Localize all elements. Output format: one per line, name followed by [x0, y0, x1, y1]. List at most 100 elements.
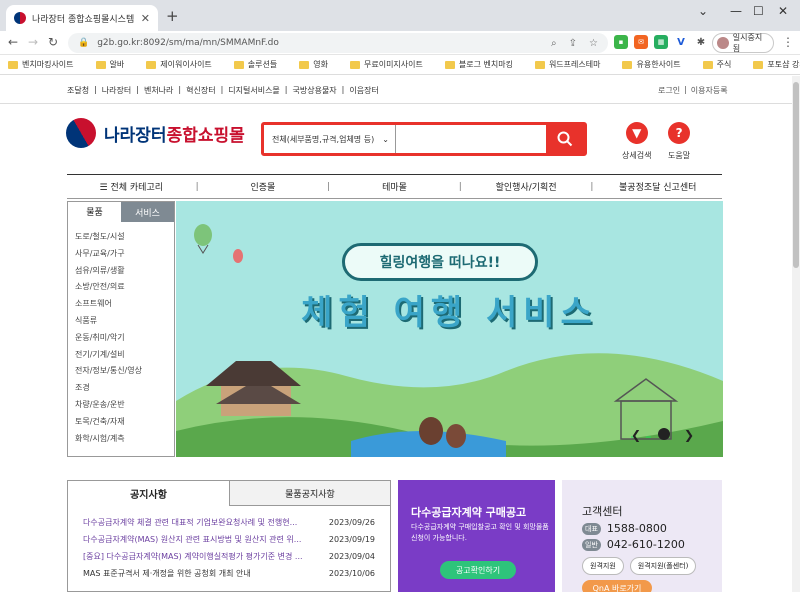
scrollbar-thumb[interactable] [793, 82, 799, 268]
tab-list-chevron-icon[interactable]: ⌄ [698, 4, 708, 18]
category-item[interactable]: 섬유/의류/생활 [75, 263, 174, 280]
util-link-innovation[interactable]: 혁신장터 [186, 85, 215, 96]
bookmark-item[interactable]: 영화 [299, 59, 328, 70]
tab-goods-notice[interactable]: 물품공지사항 [229, 481, 390, 506]
search-button[interactable] [546, 125, 584, 153]
util-link-eum[interactable]: 이음장터 [349, 85, 378, 96]
main-banner[interactable]: ❮ ❯ 힐링여행을 떠나요!! 체험 여행 서비스 [176, 201, 723, 457]
bookmark-item[interactable]: 유용한사이트 [622, 59, 681, 70]
web-page: 조달청 | 나라장터 | 벤처나라 | 혁신장터 | 디지털서비스몰 | 국방상용물자 | … [0, 76, 792, 592]
page-scrollbar[interactable] [792, 76, 800, 592]
address-toolbar: ← → ↻ 🔒 g2b.go.kr:8092/sm/ma/mn/SMMAMnF.… [0, 31, 800, 55]
folder-icon [622, 60, 633, 69]
category-item[interactable]: 차량/운송/운반 [75, 397, 174, 414]
minimize-icon[interactable]: — [730, 4, 742, 18]
svg-text:❮: ❮ [631, 428, 641, 442]
address-bar[interactable]: 🔒 g2b.go.kr:8092/sm/ma/mn/SMMAMnF.do ⌕ ⇪… [68, 33, 608, 53]
nav-all-categories[interactable]: ☰ 전체 카테고리 [67, 180, 196, 193]
browser-tab[interactable]: 나라장터 종합쇼핑몰시스템 ✕ [6, 5, 158, 31]
question-icon: ? [668, 122, 691, 144]
bookmark-item[interactable]: 벤치마킹사이트 [8, 59, 74, 70]
extension-3-icon[interactable]: ▦ [654, 35, 668, 49]
reload-icon[interactable]: ↻ [48, 35, 58, 49]
bookmark-item[interactable]: 주식 [702, 59, 731, 70]
extension-2-icon[interactable]: ✉ [634, 35, 648, 49]
profile-button[interactable]: 일시중지됨 [712, 33, 774, 53]
folder-icon [534, 60, 545, 69]
search-input[interactable] [395, 125, 546, 153]
folder-icon [753, 60, 764, 69]
maximize-icon[interactable]: ☐ [753, 4, 764, 18]
extensions-puzzle-icon[interactable]: ✱ [694, 35, 708, 49]
folder-icon [146, 60, 157, 69]
tab-services[interactable]: 서비스 [121, 202, 174, 222]
category-item[interactable]: 사무/교육/가구 [75, 246, 174, 263]
nav-unfair-report[interactable]: 불공정조달 신고센터 [593, 180, 722, 193]
remote-support-callcenter-button[interactable]: 원격지원(폴센터) [629, 557, 697, 575]
category-item[interactable]: 토목/건축/자재 [75, 414, 174, 431]
bookmark-item[interactable]: 워드프레스테마 [534, 59, 600, 70]
bookmark-item[interactable]: 포토샵 강좌 [753, 59, 800, 70]
help-button[interactable]: ? 도움말 [668, 122, 690, 161]
category-item[interactable]: 화학/시험/계측 [75, 431, 174, 448]
logo-text-mall: 종합쇼핑몰 [166, 125, 245, 146]
folder-icon [8, 60, 18, 69]
nav-discount-events[interactable]: 할인행사/기획전 [462, 180, 591, 193]
notice-row[interactable]: 다수공급자계약 체결 관련 대표적 기업보완요청사례 및 전행현... 2023/… [68, 514, 390, 531]
util-link-digital-service[interactable]: 디지털서비스몰 [228, 85, 280, 96]
remote-support-button[interactable]: 원격지원 [582, 557, 624, 575]
category-item[interactable]: 운동/취미/악기 [75, 330, 174, 347]
notice-board: 공지사항 물품공지사항 다수공급자계약 체결 관련 대표적 기업보완요청사례 및… [67, 480, 391, 592]
category-item[interactable]: 소프트웨어 [75, 296, 174, 313]
lock-icon[interactable]: 🔒 [78, 38, 89, 48]
util-link-pps[interactable]: 조달청 [67, 85, 89, 96]
bookmark-item[interactable]: 솔루션들 [233, 59, 277, 70]
phone-general: 일반 042-610-1200 [582, 538, 685, 551]
bookmark-star-icon[interactable]: ☆ [589, 38, 598, 49]
share-icon[interactable]: ⇪ [569, 38, 577, 49]
bookmark-item[interactable]: 블로그 벤치마킹 [444, 59, 513, 70]
bookmark-item[interactable]: 제이워이사이트 [146, 59, 212, 70]
browser-tab-strip: 나라장터 종합쇼핑몰시스템 ✕ + ⌄ — ☐ ✕ [0, 0, 800, 31]
tab-goods[interactable]: 물품 [68, 202, 121, 222]
extension-v-icon[interactable]: V [674, 35, 688, 49]
bookmark-item[interactable]: 무료이미지사이트 [349, 59, 423, 70]
util-link-defense[interactable]: 국방상용물자 [293, 85, 337, 96]
nav-certified-mall[interactable]: 인증몰 [199, 180, 328, 193]
category-item[interactable]: 소방/안전/의료 [75, 279, 174, 296]
close-tab-icon[interactable]: ✕ [141, 12, 150, 25]
back-icon[interactable]: ← [8, 35, 18, 49]
notice-row[interactable]: [중요] 다수공급자계약(MAS) 계약이행실적평가 평가기준 변경 ... 20… [68, 548, 390, 565]
zoom-search-icon[interactable]: ⌕ [551, 38, 557, 49]
bookmark-item[interactable]: 알바 [95, 59, 124, 70]
detail-search-button[interactable]: ▼ 상세검색 [622, 122, 651, 161]
logo-text-naramarket: 나라장터 [104, 125, 167, 146]
category-item[interactable]: 식품류 [75, 313, 174, 330]
category-item[interactable]: 전기/기계/설비 [75, 347, 174, 364]
new-tab-icon[interactable]: + [166, 7, 179, 25]
mas-notice-promo: 다수공급자계약 구매공고 다수공급자계약 구매입찰공고 확인 및 회망물품 신청… [398, 480, 555, 592]
signup-link[interactable]: 이용자등록 [691, 85, 728, 96]
site-logo[interactable]: 나라장터 종합쇼핑몰 [66, 118, 245, 148]
check-notice-button[interactable]: 공고확인하기 [440, 561, 516, 579]
browser-menu-icon[interactable]: ⋮ [782, 35, 794, 49]
notice-row[interactable]: MAS 표준규격서 제·개정을 위한 공청회 개최 안내 2023/10/06 [68, 565, 390, 582]
category-item[interactable]: 도로/철도/시설 [75, 229, 174, 246]
util-link-venture[interactable]: 벤처나라 [144, 85, 173, 96]
hamburger-icon: ☰ [99, 183, 111, 193]
notice-row[interactable]: 다수공급자계약(MAS) 원산지 관련 표시방법 및 원산지 관련 위... 20… [68, 531, 390, 548]
tab-notice[interactable]: 공지사항 [68, 481, 229, 506]
extension-1-icon[interactable]: ▪ [614, 35, 628, 49]
banner-subtitle: 힐링여행을 떠나요!! [342, 243, 538, 281]
qna-button[interactable]: QnA 바로가기 [582, 580, 652, 592]
forward-icon[interactable]: → [28, 35, 38, 49]
close-window-icon[interactable]: ✕ [778, 4, 788, 18]
search-scope-select[interactable]: 전체(세부품명,규격,업체명 등) ⌄ [264, 125, 396, 153]
category-item[interactable]: 조경 [75, 380, 174, 397]
category-item[interactable]: 전자/정보/통신/영상 [75, 363, 174, 380]
folder-icon [444, 60, 455, 69]
category-panel: 물품 서비스 도로/철도/시설 사무/교육/가구 섬유/의류/생활 소방/안전/… [67, 201, 175, 457]
util-link-naramarket[interactable]: 나라장터 [102, 85, 131, 96]
login-link[interactable]: 로그인 [658, 85, 680, 96]
nav-theme-mall[interactable]: 테마몰 [330, 180, 459, 193]
